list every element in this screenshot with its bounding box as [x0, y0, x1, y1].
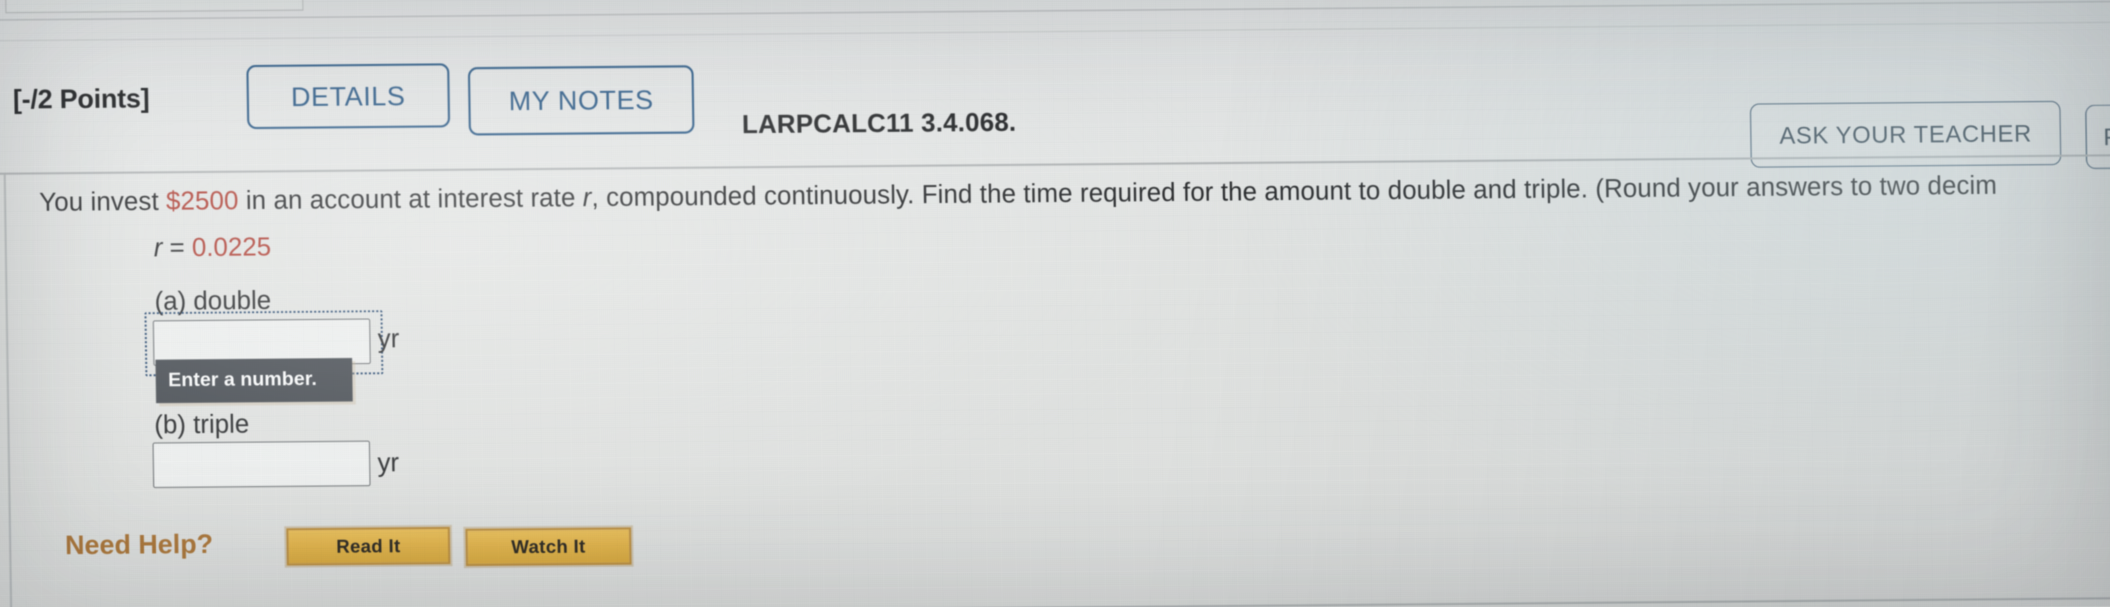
question-text-part1: You invest: [39, 186, 167, 217]
monitor-surface: 6. [-/2 Points] DETAILS MY NOTES LARPCAL…: [0, 0, 2110, 607]
question-code: LARPCALC11 3.4.068.: [741, 107, 1017, 140]
part-b-unit: yr: [377, 448, 400, 478]
need-help-label: Need Help?: [64, 527, 214, 561]
question-text-part2: in an account at interest rate: [238, 183, 583, 216]
rate-line: r = 0.0225: [154, 232, 272, 263]
rate-variable-inline: r: [582, 183, 592, 213]
watch-it-button[interactable]: Watch It: [465, 527, 632, 567]
header-divider-bottom: [0, 21, 2110, 42]
question-text: You invest $2500 in an account at intere…: [39, 171, 1997, 218]
rate-value: 0.0225: [191, 232, 272, 263]
screen-photo: 6. [-/2 Points] DETAILS MY NOTES LARPCAL…: [0, 0, 2110, 607]
left-gutter-rule: [3, 174, 13, 607]
points-label: [-/2 Points]: [12, 82, 150, 115]
webassign-page: 6. [-/2 Points] DETAILS MY NOTES LARPCAL…: [0, 0, 2110, 607]
part-b-label: (b) triple: [154, 409, 250, 440]
part-a-unit: yr: [377, 324, 400, 354]
details-button[interactable]: DETAILS: [246, 63, 451, 130]
investment-amount: $2500: [165, 186, 239, 216]
part-b-answer-input[interactable]: [152, 440, 371, 489]
my-notes-button[interactable]: MY NOTES: [467, 65, 695, 136]
header-divider-top: [0, 0, 2110, 22]
validation-tooltip: Enter a number.: [155, 357, 353, 404]
browser-tab[interactable]: [4, 0, 304, 14]
question-text-part3: , compounded continuously. Find the time…: [591, 170, 1998, 213]
bottom-rule: [277, 596, 2110, 607]
rate-equals: =: [162, 233, 193, 263]
practice-another-button[interactable]: PRA: [2085, 103, 2110, 169]
read-it-button[interactable]: Read It: [286, 526, 451, 566]
